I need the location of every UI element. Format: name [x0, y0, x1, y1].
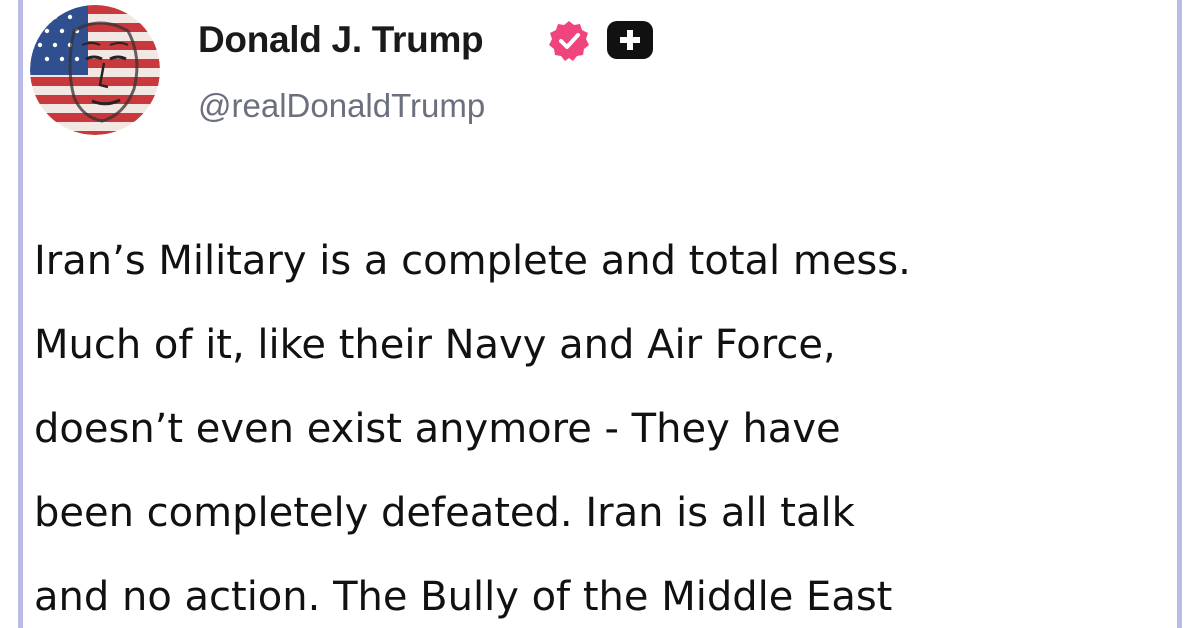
avatar[interactable]: [30, 5, 160, 135]
post-text: Iran’s Military is a complete and total …: [34, 219, 1184, 628]
post-text-line: doesn’t even exist anymore - They have: [34, 406, 841, 452]
verified-badge-icon: [548, 20, 590, 62]
author-display-name[interactable]: Donald J. Trump: [198, 16, 484, 64]
post-text-line: Iran’s Military is a complete and total …: [34, 238, 911, 284]
post-text-line: been completely defeated. Iran is all ta…: [34, 490, 855, 536]
plus-badge-icon: [606, 20, 654, 60]
author-handle[interactable]: @realDonaldTrump: [198, 84, 485, 128]
post-card: Donald J. Trump @realDonaldTrump Iran’s …: [0, 0, 1200, 628]
post-text-line: Much of it, like their Navy and Air Forc…: [34, 322, 836, 368]
post-text-line: and no action. The Bully of the Middle E…: [34, 574, 893, 620]
card-border-left: [18, 0, 23, 628]
